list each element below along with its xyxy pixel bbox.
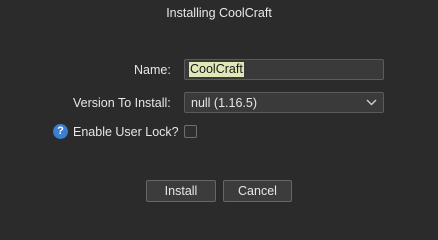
name-label: Name: [134, 63, 171, 77]
name-field-value: CoolCraft [189, 62, 244, 77]
dialog-title: Installing CoolCraft [166, 6, 272, 20]
version-dropdown[interactable]: null (1.16.5) [184, 92, 384, 113]
user-lock-checkbox[interactable] [184, 125, 197, 138]
version-label: Version To Install: [73, 96, 171, 110]
version-dropdown-value: null (1.16.5) [191, 95, 258, 110]
name-field[interactable]: CoolCraft [184, 59, 384, 80]
chevron-down-icon [366, 99, 377, 106]
user-lock-label: Enable User Lock? [73, 125, 179, 139]
install-button[interactable]: Install [146, 180, 216, 202]
cancel-button[interactable]: Cancel [223, 180, 292, 202]
help-icon[interactable]: ? [53, 124, 68, 139]
install-dialog: Installing CoolCraft Name: CoolCraft Ver… [0, 0, 438, 212]
